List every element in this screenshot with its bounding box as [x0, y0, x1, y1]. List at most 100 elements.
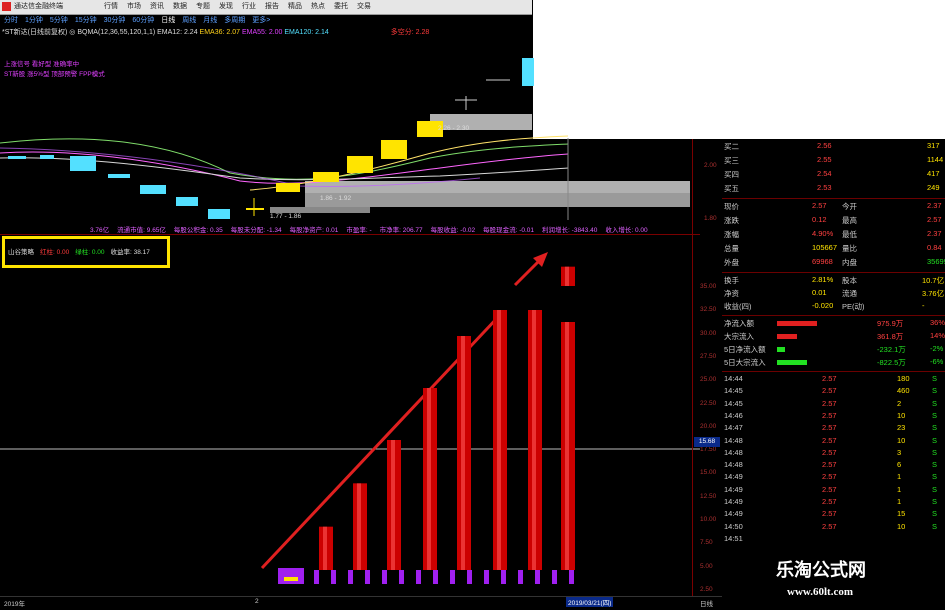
axis-divider — [692, 139, 693, 596]
price-zone — [305, 181, 690, 193]
tab-timeframe[interactable]: 多周期 — [224, 15, 245, 26]
tick-direction: S — [932, 521, 938, 531]
candle — [208, 209, 230, 219]
orderbook-label: 买三 — [724, 156, 739, 165]
tick-price: 2.57 — [822, 386, 837, 396]
orderbook-volume: 249 — [927, 183, 940, 192]
orderbook-label: 买二 — [724, 142, 739, 151]
quote-row: 买五 2.53 249 — [722, 183, 945, 194]
menu-item[interactable]: 行业 — [242, 1, 256, 11]
stat-value: 10.7亿 — [922, 276, 945, 285]
signal-marker — [314, 570, 319, 584]
candle — [347, 156, 373, 173]
tick-direction: S — [932, 374, 938, 383]
menu-item[interactable]: 精品 — [288, 1, 302, 11]
watermark-url: www.60lt.com — [787, 586, 853, 598]
stat-item: 3.76亿 — [90, 227, 110, 234]
indicator-bar-chart[interactable] — [0, 250, 700, 590]
stat-value: 2.37 — [927, 201, 942, 210]
profit-value: 多空分: 2.28 — [390, 29, 430, 36]
menu-item[interactable]: 资讯 — [150, 1, 164, 11]
stat-value: 0.84 — [927, 243, 942, 252]
axis-tick-label: 2.00 — [704, 162, 717, 169]
stat-value: 35699 — [927, 257, 945, 266]
stat-value: 2.57 — [927, 215, 942, 224]
stat-value: 0.01 — [812, 288, 827, 297]
tick-price: 2.57 — [822, 398, 837, 408]
tab-timeframe[interactable]: 15分钟 — [75, 15, 97, 26]
tick-volume: 6 — [897, 460, 902, 470]
orderbook-price: 2.53 — [817, 183, 832, 192]
candle — [246, 208, 264, 210]
tab-timeframe[interactable]: 更多> — [252, 15, 270, 26]
axis-tick-label: 22.50 — [700, 399, 717, 407]
tick-volume: 460 — [897, 386, 910, 396]
quote-row: 5日大宗流入 -822.5万 -6% — [722, 357, 945, 368]
signal-marker — [365, 570, 370, 584]
stat-value: 2.81% — [812, 275, 834, 284]
menu-item[interactable]: 市场 — [127, 1, 141, 11]
tab-timeframe[interactable]: 月线 — [203, 15, 217, 26]
price-range-label: 1.77 - 1.86 — [270, 213, 302, 220]
tab-timeframe[interactable]: 分时 — [4, 15, 18, 26]
signal-marker — [399, 570, 404, 584]
tick-price: 2.57 — [822, 374, 837, 383]
menu-item[interactable]: 数据 — [173, 1, 187, 11]
axis-tick-label: 5.00 — [700, 562, 713, 570]
candlestick-chart[interactable] — [0, 38, 700, 220]
quote-row: 14:44 2.57 180 S — [722, 374, 945, 385]
flow-bar — [777, 321, 817, 326]
quote-row: 14:46 2.57 10 S — [722, 411, 945, 422]
stat-label: 换手 — [724, 276, 739, 285]
status-mid: 2 — [255, 598, 259, 605]
candle — [40, 155, 54, 159]
menu-item[interactable]: 委托 — [334, 1, 348, 11]
stat-label: 总量 — [724, 244, 739, 253]
candle — [176, 197, 198, 206]
stat-label: 最高 — [842, 216, 857, 225]
tick-time: 14:49 — [724, 497, 743, 506]
tick-time: 14:45 — [724, 386, 743, 396]
tab-timeframe[interactable]: 60分钟 — [132, 15, 154, 26]
stat-label: 流通 — [842, 289, 857, 298]
orderbook-volume: 1144 — [927, 155, 944, 164]
menu-item[interactable]: 热点 — [311, 1, 325, 11]
ema36-value: EMA36: 2.07 — [199, 29, 241, 36]
stat-item: 市净率: 206.77 — [379, 227, 423, 234]
candle — [70, 156, 96, 171]
stat-item: 每股未分配: -1.34 — [230, 227, 282, 234]
flow-pct: 14% — [930, 331, 945, 340]
stat-label: 股本 — [842, 276, 857, 285]
status-period: 日线 — [700, 601, 713, 608]
tick-time: 14:48 — [724, 435, 743, 445]
stat-value: 105667 — [812, 243, 838, 252]
menu-item[interactable]: 交易 — [357, 1, 371, 11]
orderbook-volume: 317 — [927, 141, 940, 150]
tick-volume: 10 — [897, 435, 906, 445]
signal-marker — [569, 570, 574, 584]
tab-timeframe[interactable]: 日线 — [161, 15, 175, 26]
flow-bar — [777, 360, 807, 365]
tab-timeframe[interactable]: 5分钟 — [50, 15, 68, 26]
tick-time: 14:49 — [724, 484, 743, 494]
menu-item[interactable]: 报告 — [265, 1, 279, 11]
bar-highlight — [461, 336, 465, 570]
tab-timeframe[interactable]: 1分钟 — [25, 15, 43, 26]
tab-timeframe[interactable]: 周线 — [182, 15, 196, 26]
watermark-text: 乐淘公式网 — [776, 560, 866, 580]
candle — [522, 58, 534, 86]
window-title: 通达信金融终端 — [14, 3, 63, 10]
tab-timeframe[interactable]: 30分钟 — [104, 15, 126, 26]
signal-marker — [416, 570, 421, 584]
menu-item[interactable]: 行情 — [104, 1, 118, 11]
orderbook-volume: 417 — [927, 169, 940, 178]
stat-value: 4.90% — [812, 229, 834, 238]
axis-tick-label: 25.00 — [700, 376, 717, 384]
menu-item[interactable]: 发现 — [219, 1, 233, 11]
menu-item[interactable]: 专题 — [196, 1, 210, 11]
bar-highlight — [357, 483, 361, 570]
ema55-value: EMA55: 2.00 — [241, 29, 283, 36]
axis-tick-label: 32.50 — [700, 306, 717, 314]
stat-value: 0.12 — [812, 215, 827, 224]
tick-direction: S — [932, 386, 938, 396]
